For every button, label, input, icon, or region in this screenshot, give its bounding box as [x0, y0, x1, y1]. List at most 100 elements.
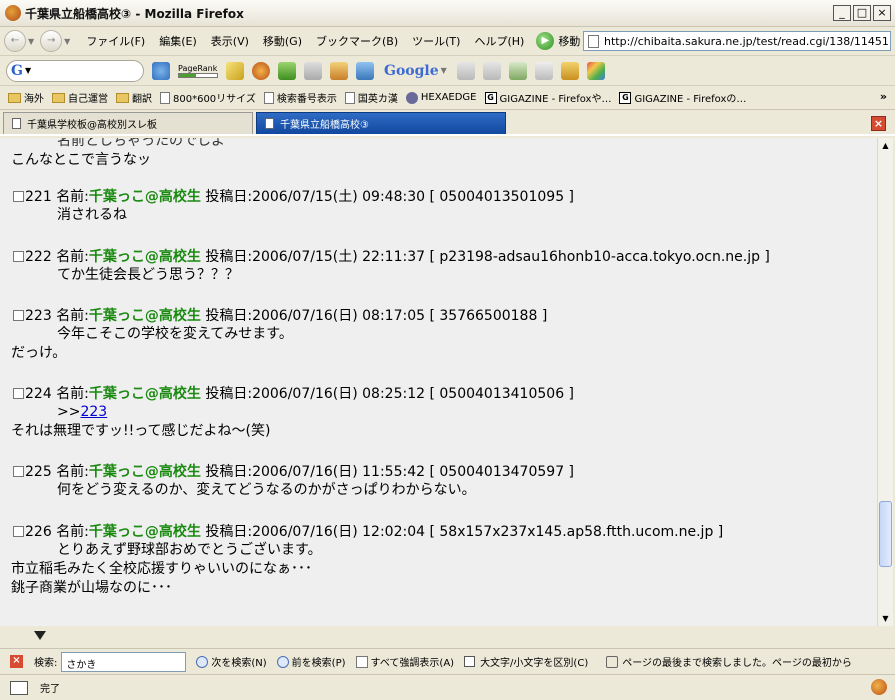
tools-icon[interactable] [304, 61, 322, 80]
find-next-button[interactable]: 次を検索(N) [196, 654, 267, 669]
post-text: とりあえず野球部おめでとうございます。 [57, 542, 322, 558]
image-icon[interactable] [586, 61, 605, 80]
post-checkbox[interactable] [13, 466, 24, 477]
scroll-up-icon[interactable]: ▲ [878, 138, 893, 153]
bookmark-item[interactable]: 800*600リサイズ [160, 90, 256, 105]
scroll-thumb[interactable] [879, 501, 892, 567]
post-checkbox[interactable] [13, 526, 24, 537]
date-label: 投稿日: [205, 249, 253, 265]
menu-view[interactable]: 表示(V) [211, 33, 249, 49]
go-button[interactable]: ▶ 移動 [536, 32, 580, 50]
url-input[interactable]: http://chibaita.sakura.ne.jp/test/read.c… [583, 31, 891, 51]
post-text: 消されるね [57, 207, 127, 223]
back-arrow-icon[interactable] [456, 61, 475, 80]
menu-help[interactable]: ヘルプ(H) [474, 33, 524, 49]
bookmarks-more-button[interactable]: » [880, 90, 887, 103]
google-button[interactable]: Google [384, 63, 439, 79]
bookmark-item[interactable]: 国英カ漢 [344, 90, 398, 105]
forward-arrow-icon[interactable] [482, 61, 501, 80]
bookmark-item[interactable]: G GIGAZINE - Firefoxや… [484, 90, 612, 105]
post-checkbox[interactable] [13, 310, 24, 321]
back-button[interactable]: ← [4, 30, 26, 52]
bookmark-label: 国英カ漢 [357, 94, 398, 105]
search-icon[interactable] [152, 61, 170, 80]
rss-icon[interactable] [534, 61, 553, 80]
add-bookmark-icon[interactable] [278, 61, 296, 80]
go-arrow-icon: ▶ [536, 32, 555, 50]
bookmark-label: GIGAZINE - Firefoxや… [499, 94, 612, 105]
folder-icon[interactable] [560, 61, 579, 80]
post-header: 222 名前:千葉っこ@高校生 投稿日:2006/07/15(土) 22:11:… [13, 248, 770, 266]
find-prev-button[interactable]: 前を検索(P) [276, 654, 346, 669]
menu-tools[interactable]: ツール(T) [412, 33, 460, 49]
date-label: 投稿日: [205, 524, 253, 540]
poster-name: 千葉っこ@高校生 [88, 308, 201, 324]
bookmark-folder[interactable]: 翻訳 [116, 90, 152, 105]
scroll-down-icon[interactable]: ▼ [878, 611, 893, 626]
post-text: だっけ。 [11, 345, 67, 361]
find-input[interactable]: さかき [61, 651, 187, 672]
home-icon[interactable] [330, 61, 348, 80]
tab-school-board[interactable]: 千葉県学校板@高校別スレ板 [3, 112, 253, 134]
minimize-button[interactable]: _ [833, 5, 851, 21]
post: 224 名前:千葉っこ@高校生 投稿日:2006/07/16(日) 08:25:… [11, 385, 574, 441]
match-case-checkbox[interactable]: 大文字/小文字を区別(C) [464, 654, 588, 669]
post: 223 名前:千葉っこ@高校生 投稿日:2006/07/16(日) 08:17:… [11, 307, 547, 363]
close-tab-button[interactable]: × [871, 116, 886, 131]
menu-edit[interactable]: 編集(E) [159, 33, 197, 49]
url-text: http://chibaita.sakura.ne.jp/test/read.c… [604, 34, 889, 48]
reply-link[interactable]: 223 [80, 404, 107, 420]
date-label: 投稿日: [205, 189, 253, 205]
dropdown-icon[interactable]: ▼ [25, 66, 31, 75]
reply-prefix: >> [57, 404, 81, 420]
post-text: それは無理ですッ!!って感じだよね～(笑) [11, 423, 271, 439]
google-search-box[interactable]: G ▼ [6, 59, 144, 82]
bookmark-item[interactable]: 検索番号表示 [263, 90, 337, 105]
folder-icon [8, 92, 21, 103]
maximize-button[interactable]: □ [853, 5, 871, 21]
post-checkbox[interactable] [13, 191, 24, 202]
folder-icon [116, 92, 129, 103]
bookmark-item[interactable]: HEXAEDGE [405, 91, 477, 104]
firefox-icon[interactable] [252, 61, 270, 80]
post-text: 今年こそこの学校を変えてみせます。 [57, 326, 293, 342]
post-date: 2006/07/16(日) 08:17:05 [252, 308, 426, 324]
poster-name: 千葉っこ@高校生 [88, 249, 201, 265]
spellcheck-icon[interactable] [508, 61, 527, 80]
find-next-label: 次を検索(N) [211, 658, 267, 669]
close-find-button[interactable]: × [10, 655, 23, 668]
find-message: ページの最後まで検索しました。ページの最初から [622, 658, 852, 669]
bookmark-folder[interactable]: 海外 [8, 90, 44, 105]
highlighter-icon[interactable] [226, 61, 244, 80]
menu-bookmarks[interactable]: ブックマーク(B) [316, 33, 398, 49]
tab-label: 千葉県立船橋高校③ [280, 120, 369, 131]
highlight-icon [355, 655, 368, 668]
forward-history-icon[interactable]: ▼ [64, 37, 70, 46]
google-dropdown-icon[interactable]: ▼ [441, 66, 447, 75]
menu-file[interactable]: ファイル(F) [86, 33, 145, 49]
page-icon [160, 91, 170, 104]
menu-go[interactable]: 移動(G) [263, 33, 302, 49]
checkbox-box [464, 656, 476, 667]
post-id: [ 05004013470597 ] [429, 464, 575, 480]
bookmark-item[interactable]: G GIGAZINE - Firefoxの… [619, 90, 746, 105]
back-history-icon[interactable]: ▼ [28, 37, 34, 46]
find-arrow-icon [34, 631, 46, 640]
vertical-scrollbar[interactable]: ▲ ▼ [877, 138, 893, 626]
tab-funabashi-thread[interactable]: 千葉県立船橋高校③ [256, 112, 506, 134]
forward-button[interactable]: → [40, 30, 63, 52]
close-button[interactable]: × [873, 5, 891, 21]
post-date: 2006/07/15(土) 22:11:37 [252, 249, 426, 265]
previous-post-tail: 名前としちゃったのでしよ こんなとこで言うなッ [11, 138, 225, 170]
tabs-icon[interactable] [356, 61, 374, 80]
post-checkbox[interactable] [13, 388, 24, 399]
page-icon [344, 91, 355, 104]
bookmark-label: 800*600リサイズ [173, 94, 256, 105]
highlight-label: すべて強調表示(A) [370, 658, 455, 669]
poster-name: 千葉っこ@高校生 [88, 189, 201, 205]
post-date: 2006/07/16(日) 12:02:04 [252, 524, 426, 540]
post-checkbox[interactable] [13, 251, 24, 262]
highlight-all-button[interactable]: すべて強調表示(A) [355, 654, 455, 669]
bookmark-folder[interactable]: 自己運営 [52, 90, 108, 105]
post-id: [ 58x157x237x145.ap58.ftth.ucom.ne.jp ] [429, 524, 724, 540]
